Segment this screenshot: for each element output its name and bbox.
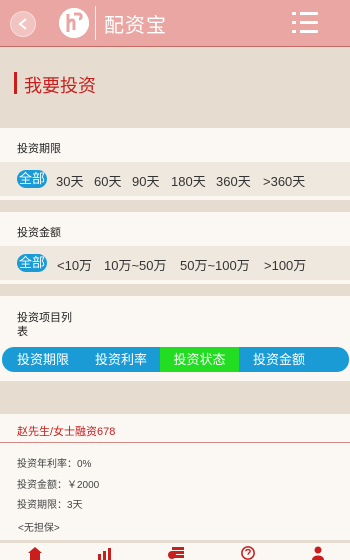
logo-icon (59, 8, 89, 38)
bottom-nav (0, 543, 350, 560)
listing-title[interactable]: 赵先生/女士融资678 (17, 423, 115, 439)
help-icon[interactable] (240, 546, 256, 560)
term-filter-label: 投资期限 (17, 143, 61, 155)
app-title: 配资宝 (104, 15, 167, 37)
term-option-60[interactable]: 60天 (94, 171, 121, 190)
chart-icon[interactable] (97, 546, 113, 560)
menu-button[interactable] (292, 10, 322, 36)
listing-rate: 投资年利率：0% (17, 459, 92, 470)
term-option-30[interactable]: 30天 (56, 171, 83, 190)
listing-divider (0, 442, 350, 443)
back-button[interactable] (10, 11, 36, 37)
title-accent-bar (14, 72, 17, 94)
home-icon[interactable] (27, 546, 43, 560)
chevron-left-icon (18, 18, 27, 30)
header-divider (95, 6, 96, 40)
listing-guarantee: <无担保> (18, 523, 60, 534)
amount-option-over-100[interactable]: >100万 (264, 255, 306, 274)
amount-option-under-10[interactable]: <10万 (57, 255, 92, 274)
amount-option-50-100[interactable]: 50万~100万 (180, 255, 250, 274)
project-list-label-line2: 表 (17, 326, 28, 338)
tab-rate[interactable]: 投资利率 (84, 347, 158, 372)
sort-tabbar: 投资期限 投资利率 投资状态 投资金额 (2, 347, 349, 372)
term-option-90[interactable]: 90天 (132, 171, 159, 190)
money-icon[interactable] (168, 546, 186, 560)
term-option-180[interactable]: 180天 (171, 171, 206, 190)
app-logo (59, 8, 89, 38)
amount-option-10-50[interactable]: 10万~50万 (104, 255, 167, 274)
listing-term: 投资期限：3天 (17, 500, 83, 511)
term-all-chip[interactable]: 全部 (17, 170, 47, 188)
app-header: 配资宝 (0, 0, 350, 47)
amount-filter-panel: 投资金额 全部 <10万 10万~50万 50万~100万 >100万 (0, 212, 350, 284)
listing-amount: 投资金额：￥2000 (17, 480, 100, 491)
term-options-row: 全部 30天 60天 90天 180天 360天 >360天 (0, 162, 350, 196)
amount-all-chip[interactable]: 全部 (17, 254, 47, 272)
term-option-over-360[interactable]: >360天 (263, 171, 305, 190)
tab-term[interactable]: 投资期限 (6, 347, 80, 372)
amount-options-row: 全部 <10万 10万~50万 50万~100万 >100万 (0, 246, 350, 280)
amount-filter-label: 投资金额 (17, 227, 61, 239)
page-title: 我要投资 (24, 76, 96, 96)
term-filter-panel: 投资期限 全部 30天 60天 90天 180天 360天 >360天 (0, 128, 350, 200)
term-option-360[interactable]: 360天 (216, 171, 251, 190)
tab-amount[interactable]: 投资金额 (242, 347, 316, 372)
user-icon[interactable] (311, 546, 325, 560)
tab-status[interactable]: 投资状态 (160, 347, 239, 372)
